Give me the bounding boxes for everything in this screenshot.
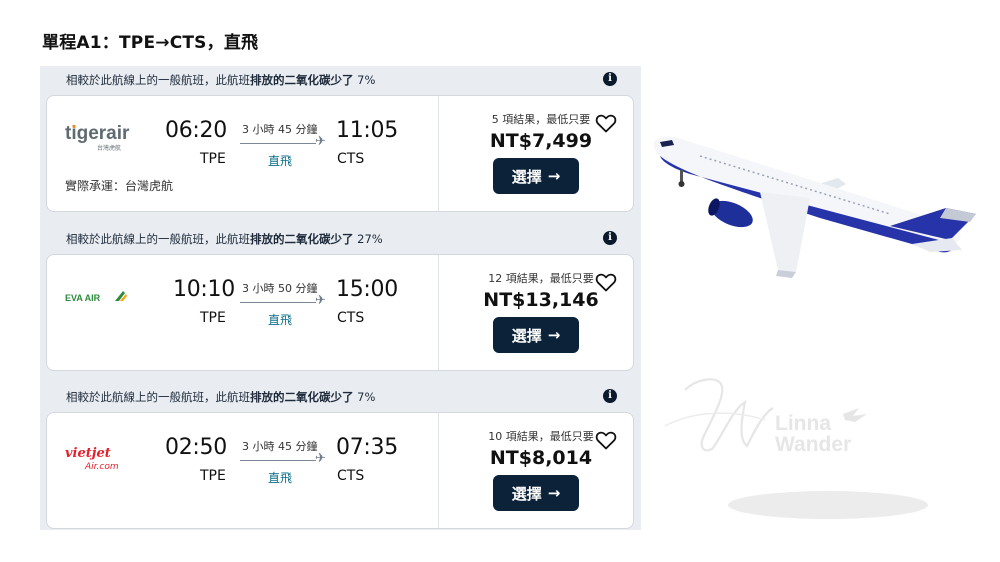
info-icon[interactable]: i: [603, 231, 617, 245]
flight-duration: 3 小時 45 分鐘: [242, 440, 318, 453]
price: NT$13,146: [483, 289, 599, 311]
arrow-right-icon: →: [547, 167, 561, 185]
select-button[interactable]: 選擇 →: [493, 475, 579, 511]
result-count: 10 項結果，最低只要: [488, 430, 594, 443]
watermark-text-line2: Wander: [775, 433, 851, 456]
card-divider: [438, 96, 439, 211]
arrow-right-icon: →: [547, 484, 561, 502]
flight-card[interactable]: EVA AIR 10:10 3 小時 50 分鐘 ✈ 15:00 TPE 直飛 …: [46, 254, 634, 371]
airline-logo-tigerair: tigerair 台灣虎航: [65, 122, 135, 152]
price: NT$7,499: [489, 130, 593, 152]
route-line: [240, 460, 316, 461]
airplane-illustration: [650, 128, 982, 302]
co2-info-bar: 相較於此航線上的一般航班，此航班排放的二氧化碳少了 27% i: [40, 225, 641, 253]
arrival-airport: CTS: [337, 310, 365, 326]
departure-time: 10:10: [173, 277, 235, 302]
route-line: [240, 302, 316, 303]
flight-result: 相較於此航線上的一般航班，此航班排放的二氧化碳少了 27% i EVA AIR …: [40, 225, 641, 380]
select-button[interactable]: 選擇 →: [493, 158, 579, 194]
result-count: 12 項結果，最低只要: [488, 272, 594, 285]
flight-duration: 3 小時 50 分鐘: [242, 282, 318, 295]
airline-logo-text: EVA AIR: [65, 293, 101, 303]
result-count: 5 項結果，最低只要: [491, 113, 591, 126]
info-icon[interactable]: i: [603, 72, 617, 86]
flight-card[interactable]: tigerair 台灣虎航 06:20 3 小時 45 分鐘 ✈ 11:05 T…: [46, 95, 634, 212]
arrival-time: 15:00: [336, 277, 398, 302]
card-divider: [438, 413, 439, 528]
price: NT$8,014: [489, 447, 593, 469]
select-button-label: 選擇: [511, 326, 542, 345]
co2-info-text: 相較於此航線上的一般航班，此航班排放的二氧化碳少了 27%: [66, 232, 383, 246]
plane-icon: ✈: [315, 134, 326, 149]
departure-airport: TPE: [200, 151, 226, 167]
flight-result: 相較於此航線上的一般航班，此航班排放的二氧化碳少了 7% i tigerair …: [40, 66, 641, 221]
airline-logo-subtext: 台灣虎航: [97, 144, 121, 152]
watermark-logo: Linna Wander: [655, 370, 885, 484]
departure-time: 06:20: [165, 118, 227, 143]
airline-logo-vietjet: vietjet Air.com: [65, 445, 135, 475]
arrival-time: 07:35: [336, 435, 398, 460]
operated-by: 實際承運：台灣虎航: [65, 179, 174, 193]
co2-info-bar: 相較於此航線上的一般航班，此航班排放的二氧化碳少了 7% i: [40, 383, 641, 411]
arrow-right-icon: →: [547, 326, 561, 344]
arrival-time: 11:05: [336, 118, 398, 143]
page-title: 單程A1：TPE→CTS，直飛: [42, 33, 259, 53]
airline-logo-eva-air: EVA AIR: [65, 289, 135, 319]
select-button[interactable]: 選擇 →: [493, 317, 579, 353]
flight-results-list: 相較於此航線上的一般航班，此航班排放的二氧化碳少了 7% i tigerair …: [40, 66, 641, 530]
co2-info-text: 相較於此航線上的一般航班，此航班排放的二氧化碳少了 7%: [66, 390, 376, 404]
departure-time: 02:50: [165, 435, 227, 460]
watermark-text-line1: Linna: [775, 412, 831, 435]
airline-logo-text: vietjet: [65, 446, 111, 461]
co2-info-bar: 相較於此航線上的一般航班，此航班排放的二氧化碳少了 7% i: [40, 66, 641, 94]
flight-result: 相較於此航線上的一般航班，此航班排放的二氧化碳少了 7% i vietjet A…: [40, 383, 641, 538]
select-button-label: 選擇: [511, 484, 542, 503]
departure-airport: TPE: [200, 468, 226, 484]
route-line: [240, 143, 316, 144]
plane-icon: ✈: [315, 293, 326, 308]
arrival-airport: CTS: [337, 468, 365, 484]
departure-airport: TPE: [200, 310, 226, 326]
airplane-shadow: [728, 491, 928, 519]
flight-duration: 3 小時 45 分鐘: [242, 123, 318, 136]
stops-label: 直飛: [268, 154, 293, 168]
co2-info-text: 相較於此航線上的一般航班，此航班排放的二氧化碳少了 7%: [66, 73, 376, 87]
select-button-label: 選擇: [511, 167, 542, 186]
card-divider: [438, 255, 439, 370]
arrival-airport: CTS: [337, 151, 365, 167]
airline-logo-subtext: Air.com: [84, 462, 119, 472]
info-icon[interactable]: i: [603, 389, 617, 403]
plane-icon: ✈: [315, 451, 326, 466]
stops-label: 直飛: [268, 471, 293, 485]
flight-card[interactable]: vietjet Air.com 02:50 3 小時 45 分鐘 ✈ 07:35…: [46, 412, 634, 529]
stops-label: 直飛: [268, 313, 293, 327]
